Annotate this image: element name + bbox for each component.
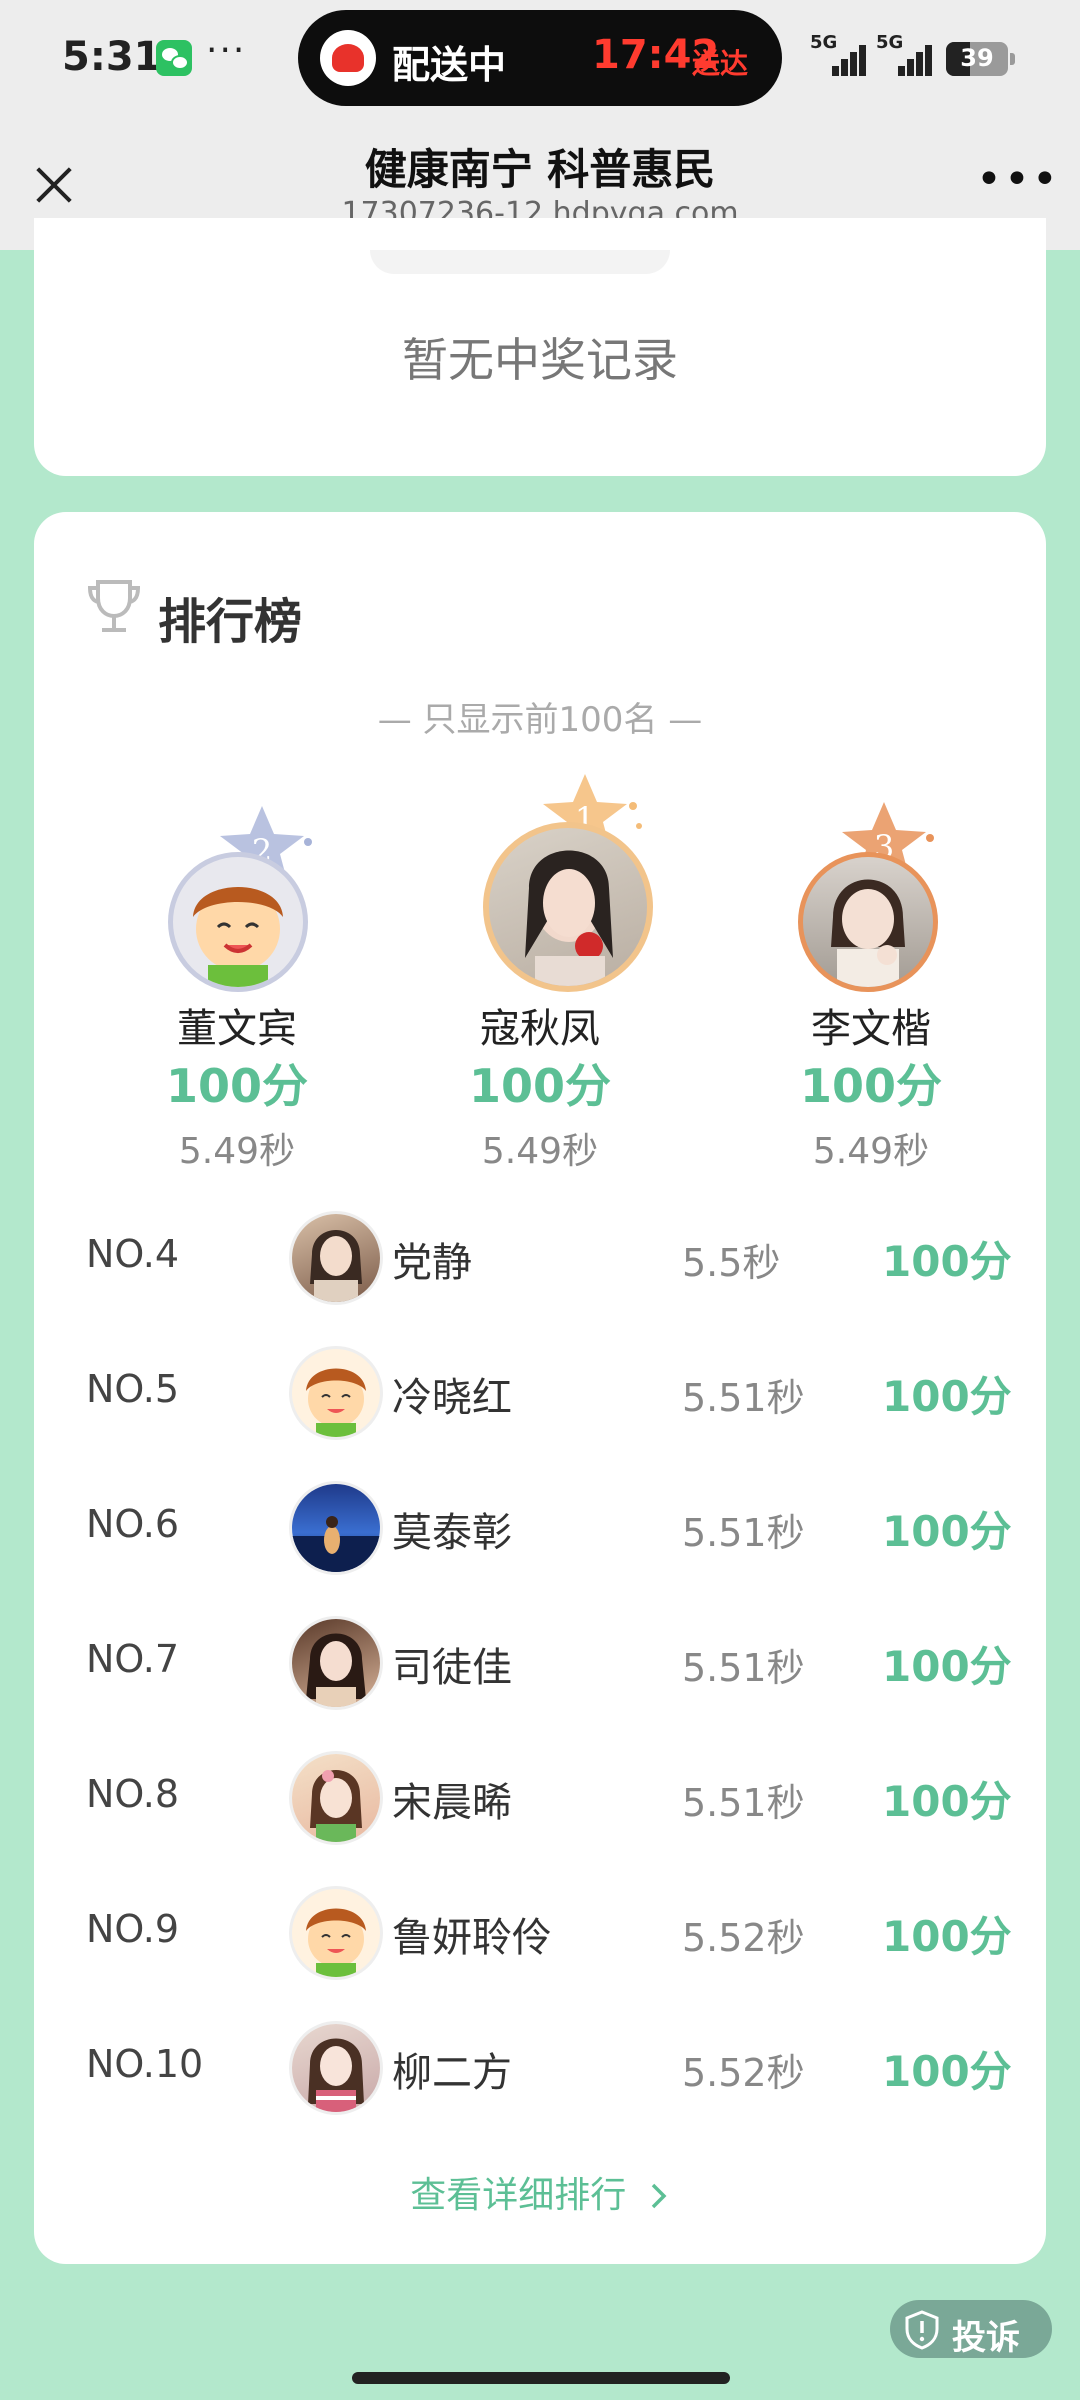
podium-third-avatar (798, 852, 938, 992)
row-name: 鲁妍聆伶 (392, 1915, 552, 1961)
podium-second[interactable]: 2 董文宾 100分 5.49秒 (72, 512, 402, 1272)
leaderboard-row[interactable]: NO.5 冷晓红 5.51秒 100分 (34, 1329, 1046, 1463)
leaderboard-row[interactable]: NO.7 司徒佳 5.51秒 100分 (34, 1599, 1046, 1733)
complaint-button[interactable]: 投诉 (890, 2300, 1052, 2358)
podium-third-name: 李文楷 (811, 1006, 931, 1052)
complaint-label: 投诉 (952, 2318, 1020, 2358)
view-detail-label: 查看详细排行 (410, 2175, 627, 2216)
podium-second-avatar (168, 852, 308, 992)
status-time: 5:31 (62, 34, 162, 80)
podium-first-time: 5.49秒 (481, 1131, 599, 1172)
podium-third-time: 5.49秒 (812, 1131, 930, 1172)
signal-5g-icon: 5G (810, 32, 866, 76)
delivery-status-pill[interactable]: 配送中 17:42 送达 (298, 10, 782, 106)
podium-third-score: 100分 (799, 1059, 943, 1113)
leaderboard-row[interactable]: NO.8 宋晨晞 5.51秒 100分 (34, 1734, 1046, 1868)
row-score: 100分 (882, 1777, 1012, 1826)
chevron-right-icon (651, 2183, 667, 2209)
row-rank: NO.9 (86, 1907, 180, 1951)
row-name: 柳二方 (392, 2050, 512, 2096)
row-time: 5.51秒 (682, 1781, 805, 1825)
decorative-arc (370, 250, 670, 274)
row-rank: NO.4 (86, 1232, 180, 1276)
podium-first-name: 寇秋凤 (480, 1006, 600, 1052)
podium-first-avatar (483, 822, 653, 992)
podium-second-score: 100分 (165, 1059, 309, 1113)
leaderboard-row[interactable]: NO.4 党静 5.5秒 100分 (34, 1194, 1046, 1328)
status-bar: 5:31 ··· 配送中 17:42 送达 5G 5G 39 (0, 0, 1080, 118)
row-rank: NO.7 (86, 1637, 180, 1681)
row-avatar-cartoon-boy-icon (292, 1349, 380, 1437)
delivery-rider-icon (320, 30, 376, 86)
row-name: 冷晓红 (392, 1375, 512, 1421)
row-avatar-photo-icon (292, 1214, 380, 1302)
leaderboard-card: 排行榜 — 只显示前100名 — 2 董文宾 100分 5.49秒 1 寇秋凤 … (34, 512, 1046, 2264)
leaderboard-row[interactable]: NO.9 鲁妍聆伶 5.52秒 100分 (34, 1869, 1046, 2003)
row-time: 5.5秒 (682, 1241, 781, 1285)
row-score: 100分 (882, 1642, 1012, 1691)
row-time: 5.51秒 (682, 1376, 805, 1420)
leaderboard-row[interactable]: NO.6 莫泰彰 5.51秒 100分 (34, 1464, 1046, 1598)
row-avatar-photo-icon (292, 1754, 380, 1842)
signal-5g-icon-secondary: 5G (876, 32, 932, 76)
row-name: 莫泰彰 (392, 1510, 512, 1556)
user-photo-avatar-icon (831, 879, 905, 987)
more-options-icon[interactable]: ••• (976, 154, 1060, 205)
row-score: 100分 (882, 1912, 1012, 1961)
row-avatar-photo-icon (292, 2024, 380, 2112)
row-rank: NO.10 (86, 2042, 204, 2086)
row-name: 宋晨晞 (392, 1780, 512, 1826)
row-name: 司徒佳 (392, 1645, 512, 1691)
user-photo-avatar-icon (525, 850, 613, 986)
row-rank: NO.5 (86, 1367, 180, 1411)
leaderboard-row[interactable]: NO.10 柳二方 5.52秒 100分 (34, 2004, 1046, 2138)
delivery-label: 配送中 (392, 43, 507, 87)
status-more-icon: ··· (206, 30, 247, 71)
podium-second-time: 5.49秒 (178, 1131, 296, 1172)
page-title: 健康南宁 科普惠民 (364, 145, 716, 194)
podium-third[interactable]: 3 李文楷 100分 5.49秒 (706, 512, 1036, 1272)
battery-icon: 39 (946, 42, 1015, 76)
podium-first-score: 100分 (468, 1059, 612, 1113)
row-name: 党静 (392, 1240, 472, 1286)
cartoon-boy-avatar-icon (193, 887, 283, 987)
delivery-eta-suffix: 送达 (692, 47, 749, 80)
row-avatar-photo-icon (292, 1619, 380, 1707)
wechat-icon (156, 40, 192, 76)
view-detail-ranking-link[interactable]: 查看详细排行 (34, 2166, 1046, 2218)
row-time: 5.51秒 (682, 1646, 805, 1690)
row-time: 5.52秒 (682, 2051, 805, 2095)
row-score: 100分 (882, 1507, 1012, 1556)
row-time: 5.52秒 (682, 1916, 805, 1960)
row-rank: NO.6 (86, 1502, 180, 1546)
shield-icon (905, 2310, 939, 2350)
battery-percent: 39 (960, 44, 994, 72)
podium-second-name: 董文宾 (177, 1006, 297, 1052)
podium-first[interactable]: 1 寇秋凤 100分 5.49秒 (375, 512, 705, 1272)
row-avatar-cartoon-boy-icon (292, 1889, 380, 1977)
row-avatar-sea-photo-icon (292, 1484, 380, 1572)
row-score: 100分 (882, 1372, 1012, 1421)
row-score: 100分 (882, 2047, 1012, 2096)
no-prize-record-text: 暂无中奖记录 (402, 333, 678, 387)
home-indicator[interactable] (352, 2372, 730, 2384)
row-rank: NO.8 (86, 1772, 180, 1816)
row-time: 5.51秒 (682, 1511, 805, 1555)
row-score: 100分 (882, 1237, 1012, 1286)
